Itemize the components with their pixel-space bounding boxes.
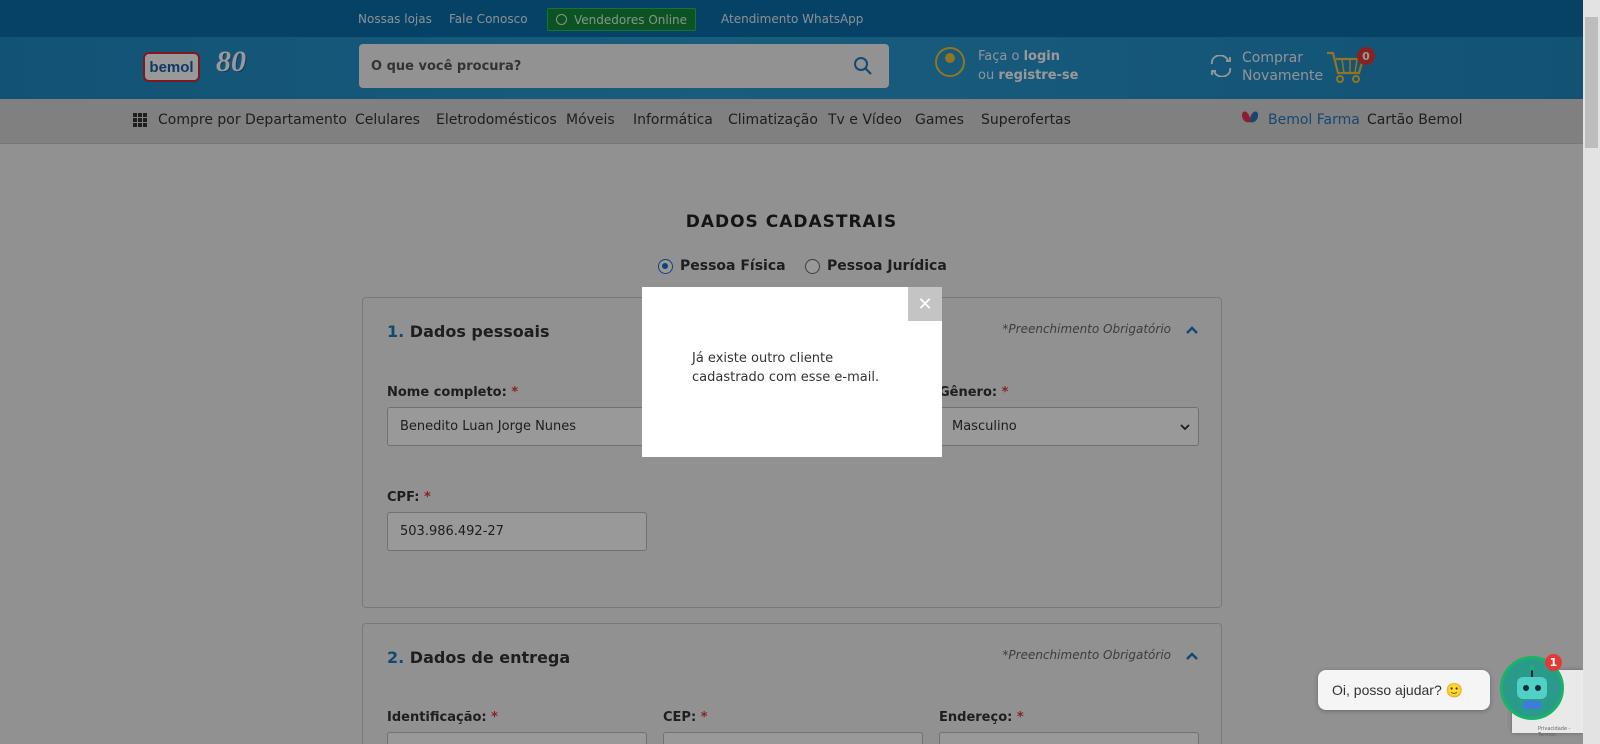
chat-greeting-bubble[interactable]: Oi, posso ajudar? 🙂 bbox=[1318, 670, 1490, 710]
close-icon: ✕ bbox=[917, 293, 933, 315]
close-button[interactable]: ✕ bbox=[908, 287, 942, 321]
alert-modal: ✕ Já existe outro cliente cadastrado com… bbox=[642, 287, 942, 457]
chat-notification-badge: 1 bbox=[1545, 654, 1562, 671]
modal-message: Já existe outro cliente cadastrado com e… bbox=[692, 351, 880, 385]
scrollbar-thumb[interactable] bbox=[1585, 17, 1598, 148]
